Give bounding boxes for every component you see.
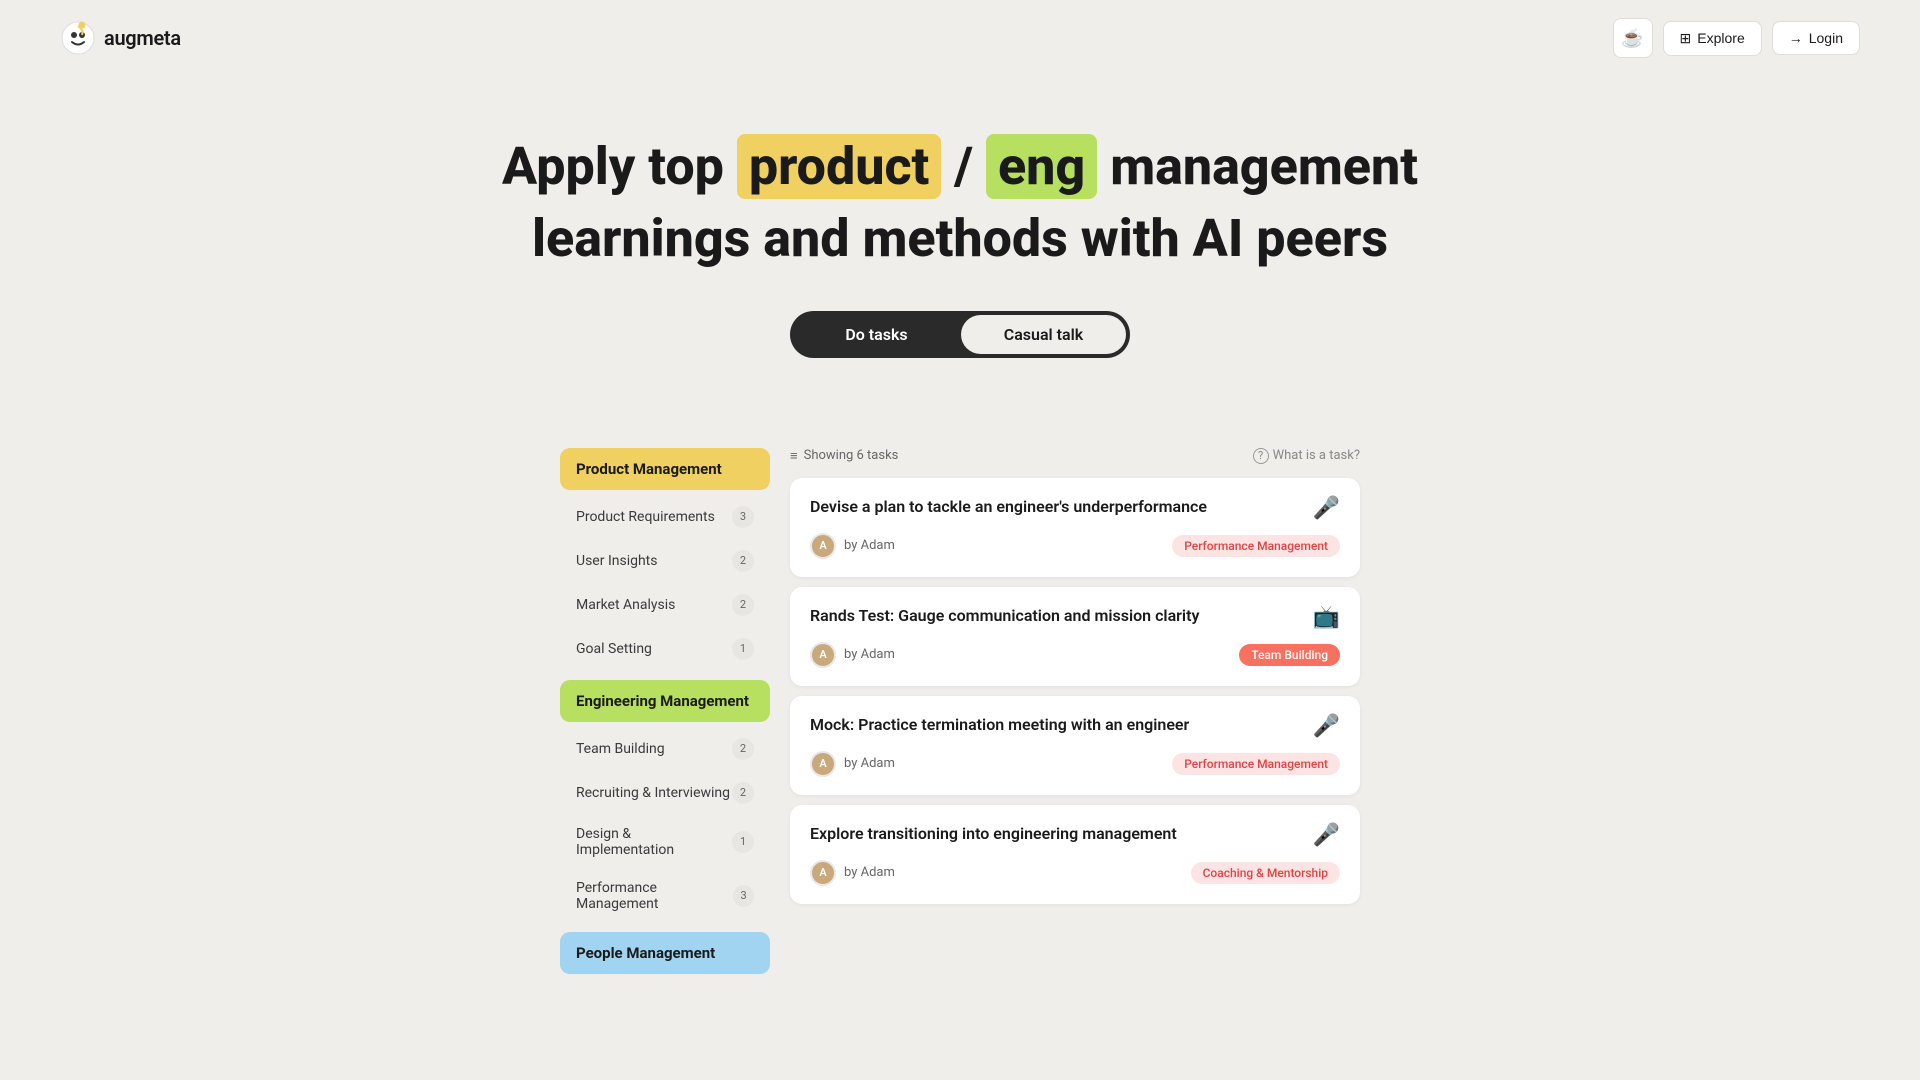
- task-author-1: A by Adam: [810, 533, 895, 559]
- screen-icon-2: 📺: [1313, 605, 1340, 630]
- task-list: ≡ Showing 6 tasks ? What is a task? Devi…: [790, 448, 1360, 980]
- task-tag-4: Coaching & Mentorship: [1191, 862, 1340, 884]
- grid-icon: ⊞: [1680, 30, 1692, 47]
- login-icon: →: [1789, 30, 1803, 46]
- task-top-2: Rands Test: Gauge communication and miss…: [810, 605, 1340, 630]
- sidebar-divider-2: [560, 924, 770, 932]
- task-title-2: Rands Test: Gauge communication and miss…: [810, 605, 1313, 627]
- recruiting-count: 2: [732, 782, 754, 804]
- header-right: ☕ ⊞ Explore → Login: [1613, 18, 1860, 58]
- do-tasks-tab[interactable]: Do tasks: [794, 315, 959, 354]
- logo-area: augmeta: [60, 20, 181, 56]
- hero-title-line2: learnings and methods with AI peers: [20, 208, 1900, 270]
- task-title-1: Devise a plan to tackle an engineer's un…: [810, 496, 1313, 518]
- hero-eng-highlight: eng: [986, 134, 1097, 199]
- sidebar-divider: [560, 672, 770, 680]
- sidebar-item-market-analysis[interactable]: Market Analysis 2: [560, 584, 770, 626]
- avatar-2: A: [810, 642, 836, 668]
- header: augmeta ☕ ⊞ Explore → Login: [0, 0, 1920, 76]
- task-author-2: A by Adam: [810, 642, 895, 668]
- mic-icon-1: 🎤: [1313, 496, 1340, 521]
- task-card-1[interactable]: Devise a plan to tackle an engineer's un…: [790, 478, 1360, 577]
- logo-text: augmeta: [104, 26, 181, 50]
- sidebar-item-design-implementation[interactable]: Design & Implementation 1: [560, 816, 770, 868]
- main-content: Product Management Product Requirements …: [540, 448, 1380, 980]
- mode-toggle: Do tasks Casual talk: [20, 311, 1900, 358]
- task-bottom-3: A by Adam Performance Management: [810, 751, 1340, 777]
- hero-slash: /: [954, 136, 973, 197]
- sidebar-item-product-requirements[interactable]: Product Requirements 3: [560, 496, 770, 538]
- task-card-3[interactable]: Mock: Practice termination meeting with …: [790, 696, 1360, 795]
- coffee-button[interactable]: ☕: [1613, 18, 1653, 58]
- sidebar-category-product[interactable]: Product Management: [560, 448, 770, 490]
- question-icon: ?: [1253, 448, 1269, 464]
- task-tag-1: Performance Management: [1172, 535, 1340, 557]
- task-list-header: ≡ Showing 6 tasks ? What is a task?: [790, 448, 1360, 464]
- market-analysis-count: 2: [732, 594, 754, 616]
- task-card-4[interactable]: Explore transitioning into engineering m…: [790, 805, 1360, 904]
- user-insights-count: 2: [732, 550, 754, 572]
- task-card-2[interactable]: Rands Test: Gauge communication and miss…: [790, 587, 1360, 686]
- task-tag-3: Performance Management: [1172, 753, 1340, 775]
- task-title-4: Explore transitioning into engineering m…: [810, 823, 1313, 845]
- sidebar: Product Management Product Requirements …: [560, 448, 770, 980]
- sidebar-category-engineering[interactable]: Engineering Management: [560, 680, 770, 722]
- sidebar-item-user-insights[interactable]: User Insights 2: [560, 540, 770, 582]
- product-requirements-count: 3: [732, 506, 754, 528]
- performance-count: 3: [733, 885, 754, 907]
- casual-talk-tab[interactable]: Casual talk: [961, 315, 1126, 354]
- sidebar-item-performance-management[interactable]: Performance Management 3: [560, 870, 770, 922]
- task-bottom-4: A by Adam Coaching & Mentorship: [810, 860, 1340, 886]
- toggle-pill: Do tasks Casual talk: [790, 311, 1130, 358]
- task-bottom-1: A by Adam Performance Management: [810, 533, 1340, 559]
- task-title-3: Mock: Practice termination meeting with …: [810, 714, 1313, 736]
- mic-icon-4: 🎤: [1313, 823, 1340, 848]
- task-bottom-2: A by Adam Team Building: [810, 642, 1340, 668]
- team-building-count: 2: [732, 738, 754, 760]
- task-author-4: A by Adam: [810, 860, 895, 886]
- explore-button[interactable]: ⊞ Explore: [1663, 21, 1762, 56]
- goal-setting-count: 1: [732, 638, 754, 660]
- login-button[interactable]: → Login: [1772, 21, 1860, 55]
- design-count: 1: [732, 831, 754, 853]
- task-top-1: Devise a plan to tackle an engineer's un…: [810, 496, 1340, 521]
- avatar-3: A: [810, 751, 836, 777]
- avatar-1: A: [810, 533, 836, 559]
- avatar-4: A: [810, 860, 836, 886]
- hero-product-highlight: product: [737, 134, 941, 199]
- sidebar-item-goal-setting[interactable]: Goal Setting 1: [560, 628, 770, 670]
- task-author-3: A by Adam: [810, 751, 895, 777]
- sidebar-category-people[interactable]: People Management: [560, 932, 770, 974]
- hero-title-line1: Apply top product / eng management: [20, 136, 1900, 198]
- filter-icon: ≡: [790, 448, 798, 464]
- hero-section: Apply top product / eng management learn…: [0, 76, 1920, 448]
- logo-icon: [60, 20, 96, 56]
- task-top-3: Mock: Practice termination meeting with …: [810, 714, 1340, 739]
- what-is-task-button[interactable]: ? What is a task?: [1253, 448, 1360, 464]
- sidebar-item-team-building[interactable]: Team Building 2: [560, 728, 770, 770]
- hero-post-text: management: [1110, 136, 1418, 197]
- sidebar-item-recruiting[interactable]: Recruiting & Interviewing 2: [560, 772, 770, 814]
- mic-icon-3: 🎤: [1313, 714, 1340, 739]
- showing-tasks-label: ≡ Showing 6 tasks: [790, 448, 898, 464]
- hero-pre-text: Apply top: [502, 136, 724, 197]
- task-top-4: Explore transitioning into engineering m…: [810, 823, 1340, 848]
- task-tag-2: Team Building: [1239, 644, 1340, 666]
